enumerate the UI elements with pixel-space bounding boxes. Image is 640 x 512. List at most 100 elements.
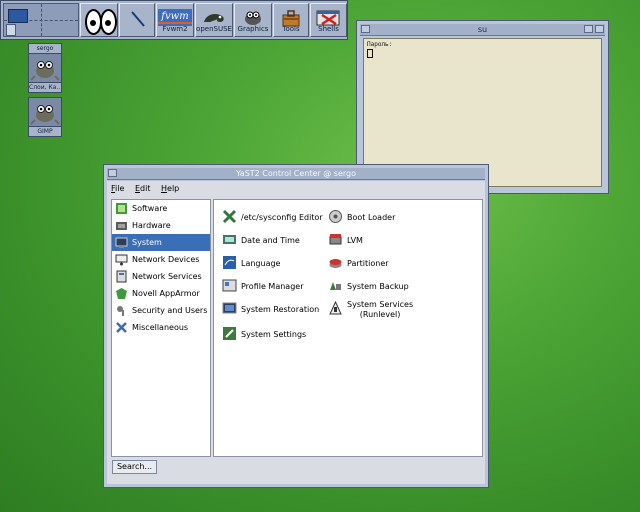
category-miscellaneous[interactable]: Miscellaneous <box>112 319 210 336</box>
minimize-button[interactable] <box>584 25 593 33</box>
pager-window-thumbnail[interactable] <box>6 24 16 36</box>
hardware-icon <box>116 222 127 230</box>
miscellaneous-icon <box>116 322 127 333</box>
fvwm-logo-text: fvwm <box>161 11 189 22</box>
fvwm-buttons-panel: fvwm Fvwm2 openSUSE Graphics Tools Shell… <box>0 0 348 40</box>
date-time-icon <box>223 235 236 244</box>
category-label: Hardware <box>132 221 171 230</box>
window-menu-button[interactable] <box>361 25 370 33</box>
category-hardware[interactable]: Hardware <box>112 217 210 234</box>
gimp-icon <box>28 54 62 83</box>
gimp-icon <box>28 97 62 127</box>
module-label: Partitioner <box>347 259 389 268</box>
pupil <box>105 20 111 26</box>
category-label: Novell AppArmor <box>132 289 200 298</box>
apparmor-icon <box>116 288 127 299</box>
module-label: Language <box>241 259 281 268</box>
category-label: Network Devices <box>132 255 200 264</box>
menu-edit[interactable]: Edit <box>131 181 155 197</box>
system-icon <box>115 237 128 248</box>
category-label: Network Services <box>132 272 202 281</box>
fvwm-logo-icon: fvwm <box>158 9 192 26</box>
software-icon <box>116 203 127 214</box>
module-label: System Services (Runlevel) <box>347 300 413 320</box>
su-window-title: su <box>477 25 488 34</box>
network-devices-icon <box>115 254 128 266</box>
sysconfig-editor-icon <box>222 209 237 224</box>
desktop-icon-gimp[interactable]: GIMP <box>28 97 62 137</box>
yast-titlebar[interactable]: YaST2 Control Center @ sergo <box>107 168 485 180</box>
icon-caption: Слои, Ка… <box>28 83 62 93</box>
system-backup-icon <box>330 282 341 290</box>
menu-label: dit <box>140 184 151 193</box>
yast-window-title: YaST2 Control Center @ sergo <box>236 169 356 178</box>
category-software[interactable]: Software <box>112 200 210 217</box>
menu-bar: File Edit Help <box>107 181 485 197</box>
fvwm2-label: Fvwm2 <box>162 25 188 33</box>
yast-control-center-window: YaST2 Control Center @ sergo File Edit H… <box>103 164 489 488</box>
category-network-services[interactable]: Network Services <box>112 268 210 285</box>
menu-help[interactable]: Help <box>157 181 183 197</box>
language-icon <box>223 256 236 269</box>
window-menu-button[interactable] <box>108 169 117 177</box>
network-services-icon <box>116 270 127 283</box>
system-restoration-icon <box>222 302 237 314</box>
icon-caption: GIMP <box>28 127 62 137</box>
shells-label: Shells <box>318 25 339 33</box>
tools-button[interactable]: Tools <box>273 3 309 37</box>
su-titlebar[interactable]: su <box>360 24 605 36</box>
shells-button[interactable]: Shells <box>310 3 347 37</box>
partitioner-icon <box>329 259 342 268</box>
system-settings-icon <box>223 327 236 340</box>
category-list: Software Hardware System Network Devices… <box>111 199 211 457</box>
desktop-pager[interactable] <box>3 3 79 37</box>
fvwm2-button[interactable]: fvwm Fvwm2 <box>156 3 194 37</box>
module-label: Date and Time <box>241 236 300 245</box>
lvm-icon <box>329 234 342 245</box>
category-security-users[interactable]: Security and Users <box>112 302 210 319</box>
category-novell-apparmor[interactable]: Novell AppArmor <box>112 285 210 302</box>
maximize-button[interactable] <box>595 25 604 33</box>
category-label: Security and Users <box>132 306 208 315</box>
module-label: /etc/sysconfig Editor <box>241 213 323 222</box>
pupil <box>90 20 96 26</box>
menu-label: elp <box>167 184 180 193</box>
menu-file[interactable]: File <box>107 181 128 197</box>
tools-label: Tools <box>282 25 300 33</box>
pager-window-thumbnail[interactable] <box>8 9 28 23</box>
password-prompt: Пароль: <box>367 41 393 48</box>
menu-label: ile <box>115 184 125 193</box>
category-system[interactable]: System <box>112 234 210 251</box>
eye-icon <box>100 9 117 35</box>
boot-loader-icon <box>329 210 342 223</box>
chameleon-icon <box>204 14 224 22</box>
security-users-icon <box>117 306 124 316</box>
module-label: Boot Loader <box>347 213 396 222</box>
opensuse-label: openSUSE <box>196 25 232 33</box>
category-label: System <box>132 238 162 247</box>
system-services-icon <box>329 301 342 315</box>
module-label: LVM <box>347 236 363 245</box>
module-label: System Restoration <box>241 305 320 314</box>
graphics-button[interactable]: Graphics <box>234 3 272 37</box>
terminal-cursor <box>367 49 373 58</box>
category-network-devices[interactable]: Network Devices <box>112 251 210 268</box>
opensuse-button[interactable]: openSUSE <box>195 3 233 37</box>
desktop-icon-gimp-layers[interactable]: sergo Слои, Ка… <box>28 43 62 93</box>
xeyes-button <box>80 3 118 37</box>
category-label: Software <box>132 204 168 213</box>
clock-button <box>119 3 155 37</box>
graphics-label: Graphics <box>237 25 269 33</box>
module-label-line1: System Services <box>347 300 414 309</box>
module-label-line2: (Runlevel) <box>359 310 401 319</box>
category-label: Miscellaneous <box>132 323 189 332</box>
profile-manager-icon <box>222 279 237 292</box>
search-button[interactable]: Search... <box>112 460 157 474</box>
icon-title: sergo <box>28 43 62 54</box>
yast-content: Software Hardware System Network Devices… <box>107 197 485 484</box>
clock-hand-icon <box>131 11 145 27</box>
module-panel: /etc/sysconfig Editor Date and Time Lang… <box>213 199 483 457</box>
module-label: System Backup <box>347 282 409 291</box>
module-label: System Settings <box>241 330 307 339</box>
module-label: Profile Manager <box>241 282 304 291</box>
